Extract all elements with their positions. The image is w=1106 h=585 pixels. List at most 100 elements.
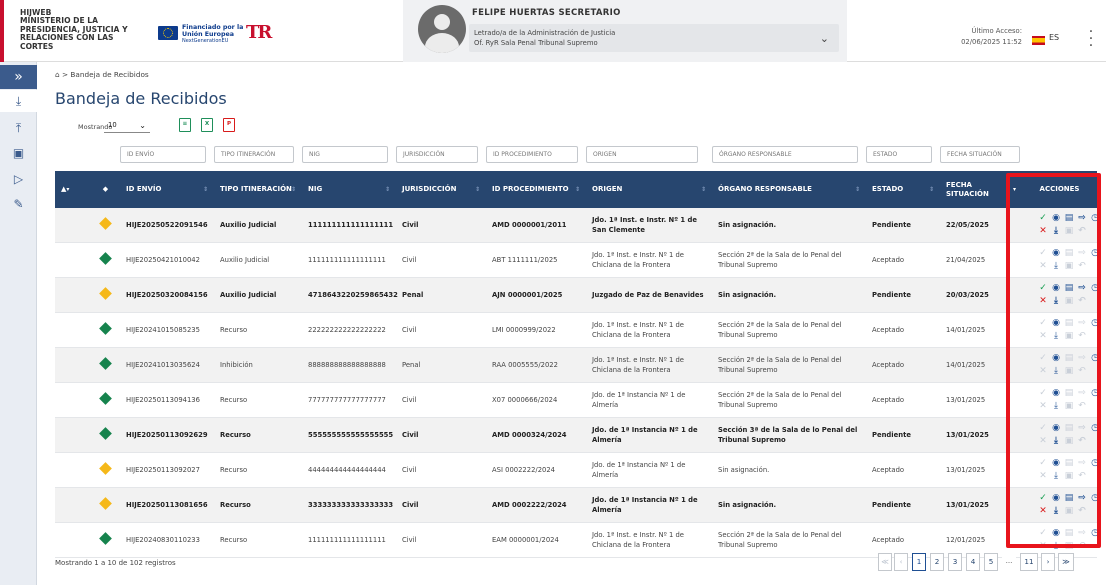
reject-x-icon[interactable]: ✕ — [1038, 542, 1048, 551]
page-size-select[interactable]: 10 ⌄ — [104, 119, 150, 133]
download-icon[interactable]: ⤓ — [1051, 472, 1061, 481]
cell-id-envio[interactable]: HIJE20250113081656 — [120, 487, 214, 523]
download-icon[interactable]: ⤓ — [1051, 297, 1061, 306]
chevron-down-icon[interactable]: ⌄ — [820, 32, 829, 45]
sort-marker-column[interactable]: ▲▾ — [55, 171, 91, 208]
accept-check-icon[interactable]: ✓ — [1038, 319, 1048, 328]
filter-tipo-itineracion[interactable]: TIPO ITINERACIÓN — [214, 146, 294, 163]
history-clock-icon[interactable]: ◷ — [1090, 459, 1100, 468]
document-icon[interactable]: ▤ — [1064, 284, 1074, 293]
document-edit-icon[interactable]: ✎ — [0, 193, 37, 215]
language-selector[interactable]: ES — [1049, 33, 1059, 42]
history-clock-icon[interactable]: ◷ — [1090, 389, 1100, 398]
sort-desc-icon[interactable]: ▾ — [1013, 185, 1016, 194]
spain-flag-icon[interactable] — [1032, 36, 1045, 45]
page-button[interactable]: 3 — [948, 553, 962, 571]
copy-document-icon[interactable]: ▣ — [1064, 472, 1074, 481]
excel-export-icon[interactable]: X — [201, 118, 213, 132]
home-icon[interactable]: ⌂ — [55, 70, 60, 79]
table-row[interactable]: HIJE20250421010042 Auxilio Judicial 111111… — [55, 242, 1099, 278]
sort-icon[interactable]: ⇕ — [855, 185, 860, 194]
accept-check-icon[interactable]: ✓ — [1038, 529, 1048, 538]
export-document-icon[interactable]: ⇨ — [1077, 529, 1087, 538]
filter-origen[interactable]: ORIGEN — [586, 146, 698, 163]
accept-check-icon[interactable]: ✓ — [1038, 389, 1048, 398]
cell-id-envio[interactable]: HIJE20250522091546 — [120, 208, 214, 243]
download-icon[interactable]: ⤓ — [1051, 402, 1061, 411]
view-eye-icon[interactable]: ◉ — [1051, 529, 1061, 538]
copy-document-icon[interactable]: ▣ — [1064, 507, 1074, 516]
download-icon[interactable]: ⤓ — [1051, 367, 1061, 376]
export-document-icon[interactable]: ⇨ — [1077, 459, 1087, 468]
cell-id-envio[interactable]: HIJE20240830110233 — [120, 522, 214, 558]
cell-id-envio[interactable]: HIJE20241015085235 — [120, 312, 214, 348]
document-icon[interactable]: ▤ — [1064, 494, 1074, 503]
sort-icon[interactable]: ⇕ — [929, 185, 934, 194]
accept-check-icon[interactable]: ✓ — [1038, 494, 1048, 503]
document-icon[interactable]: ▤ — [1064, 459, 1074, 468]
accept-check-icon[interactable]: ✓ — [1038, 459, 1048, 468]
first-page-button[interactable]: ≪ — [878, 553, 892, 571]
col-estado[interactable]: ESTADO ⇕ — [866, 171, 940, 208]
export-document-icon[interactable]: ⇨ — [1077, 494, 1087, 503]
reject-x-icon[interactable]: ✕ — [1038, 402, 1048, 411]
cell-id-envio[interactable]: HIJE20250113094136 — [120, 382, 214, 418]
col-jurisdiccion[interactable]: JURISDICCIÓN ⇕ — [396, 171, 486, 208]
reply-arrow-icon[interactable]: ↶ — [1077, 507, 1087, 516]
accept-check-icon[interactable]: ✓ — [1038, 249, 1048, 258]
reply-arrow-icon[interactable]: ↶ — [1077, 437, 1087, 446]
history-clock-icon[interactable]: ◷ — [1090, 354, 1100, 363]
filter-jurisdiccion[interactable]: JURISDICCIÓN — [396, 146, 478, 163]
reject-x-icon[interactable]: ✕ — [1038, 297, 1048, 306]
row-select-cell[interactable] — [55, 452, 91, 488]
history-clock-icon[interactable]: ◷ — [1090, 214, 1100, 223]
table-row[interactable]: HIJE20241013035624 Inhibición 888888888888… — [55, 347, 1100, 383]
sort-icon[interactable]: ⇕ — [203, 185, 208, 194]
view-eye-icon[interactable]: ◉ — [1051, 389, 1061, 398]
row-select-cell[interactable] — [55, 487, 91, 523]
reply-arrow-icon[interactable]: ↶ — [1077, 227, 1087, 236]
row-select-cell[interactable] — [55, 522, 91, 558]
row-select-cell[interactable] — [55, 312, 91, 348]
sort-icon[interactable]: ⇕ — [575, 185, 580, 194]
export-document-icon[interactable]: ⇨ — [1077, 319, 1087, 328]
copy-document-icon[interactable]: ▣ — [1064, 227, 1074, 236]
filter-estado[interactable]: ESTADO — [866, 146, 932, 163]
kebab-menu-icon[interactable]: · · · — [1088, 25, 1094, 53]
document-icon[interactable]: ▤ — [1064, 389, 1074, 398]
copy-document-icon[interactable]: ▣ — [1064, 297, 1074, 306]
table-row[interactable]: HIJE20250113094136 Recurso 777777777777777… — [55, 382, 1100, 418]
reply-arrow-icon[interactable]: ↶ — [1077, 367, 1087, 376]
table-row[interactable]: HIJE20250113092027 Recurso 444444444444444… — [55, 452, 1100, 488]
view-eye-icon[interactable]: ◉ — [1051, 494, 1061, 503]
view-eye-icon[interactable]: ◉ — [1051, 459, 1061, 468]
cell-id-envio[interactable]: HIJE20250113092027 — [120, 452, 214, 488]
expand-icon[interactable]: » — [0, 65, 37, 89]
row-select-cell[interactable] — [55, 382, 91, 418]
accept-check-icon[interactable]: ✓ — [1038, 214, 1048, 223]
reply-arrow-icon[interactable]: ↶ — [1077, 542, 1087, 551]
page-button[interactable]: 4 — [966, 553, 980, 571]
export-document-icon[interactable]: ⇨ — [1077, 354, 1087, 363]
download-icon[interactable]: ⤓ — [1051, 437, 1061, 446]
table-row[interactable]: HIJE20250522091546 Auxilio Judicial 111111… — [55, 208, 1100, 243]
csv-export-icon[interactable]: ≡ — [179, 118, 191, 132]
copy-document-icon[interactable]: ▣ — [1064, 402, 1074, 411]
view-eye-icon[interactable]: ◉ — [1051, 249, 1061, 258]
filter-nig[interactable]: NIG — [302, 146, 388, 163]
forward-icon[interactable]: ▷ — [0, 168, 37, 190]
copy-document-icon[interactable]: ▣ — [1064, 542, 1074, 551]
copy-document-icon[interactable]: ▣ — [1064, 367, 1074, 376]
col-nig[interactable]: NIG ⇕ — [302, 171, 396, 208]
table-row[interactable]: HIJE20241015085235 Recurso 222222222222222… — [55, 312, 1100, 348]
row-select-cell[interactable] — [55, 417, 91, 453]
copy-document-icon[interactable]: ▣ — [1064, 437, 1074, 446]
history-clock-icon[interactable]: ◷ — [1090, 319, 1100, 328]
row-select-cell[interactable] — [55, 277, 91, 313]
reject-x-icon[interactable]: ✕ — [1038, 227, 1048, 236]
reply-arrow-icon[interactable]: ↶ — [1077, 332, 1087, 341]
row-select-cell[interactable] — [55, 208, 91, 243]
sort-icon[interactable]: ⇕ — [385, 185, 390, 194]
user-role-select[interactable]: Letrado/a de la Administración de Justic… — [469, 24, 839, 52]
download-icon[interactable]: ⤓ — [1051, 507, 1061, 516]
